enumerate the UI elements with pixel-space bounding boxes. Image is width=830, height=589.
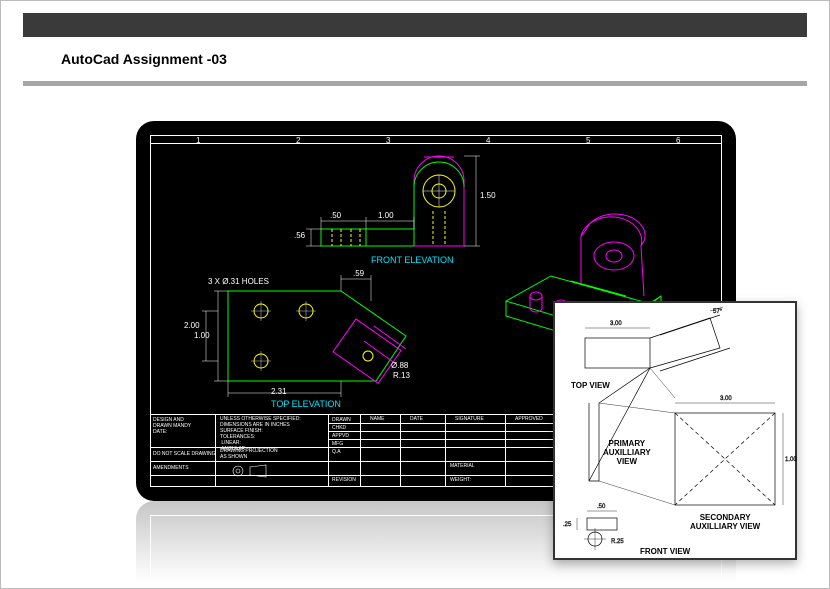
dim-fe-h: 1.50 [480,191,496,200]
title-underline [23,81,807,86]
holes-note: 3 X Ø.31 HOLES [208,277,269,286]
tb-r3: APPVD [332,433,349,439]
tb-c3c: SIGNATURE [455,416,484,422]
tb-c4a: APPROVED [515,416,543,422]
inset-secondary: SECONDARY AUXILLIARY VIEW [690,513,760,531]
inset-primary: PRIMARY AUXILLIARY VIEW [603,439,651,466]
tb-r1: DRAWN [332,417,351,423]
dim-plate-top: .59 [353,269,364,278]
dim-plate-ang2: R.13 [393,371,410,380]
svg-text:.25: .25 [563,522,572,528]
svg-text:3.00: 3.00 [610,321,622,327]
header-bar [23,13,807,37]
col-6: 6 [676,136,680,145]
cad-column-rule [150,143,722,144]
top-elevation: 3 X Ø.31 HOLES 2.00 1.00 2.31 .59 Ø.88 R… [216,281,436,401]
top-elevation-label: TOP ELEVATION [271,399,341,409]
tb-weight: WEIGHT: [450,477,471,483]
inset-front-view: FRONT VIEW [640,547,690,556]
dim-fe-w1: .50 [330,211,341,220]
col-2: 2 [296,136,300,145]
front-elevation-label: FRONT ELEVATION [371,255,454,265]
tb-c1a: DESIGN AND DRAWN MANDY DATE: [153,417,191,435]
inset-top-view: TOP VIEW [571,381,610,390]
front-elevation: .50 1.00 1.50 .56 FRONT ELEVATION [306,151,516,271]
svg-text:.50: .50 [597,504,606,510]
svg-text:R.25: R.25 [611,539,624,545]
dim-plate-ang1: Ø.88 [391,361,408,370]
document-page: AutoCad Assignment -03 1 2 3 4 5 6 [0,0,830,589]
tb-c3b: DATE [410,416,423,422]
tb-mat: MATERIAL [450,463,475,469]
dim-plate-h1: 2.00 [184,321,200,330]
tb-sc: DRAWING PROJECTION AS SHOWN [220,448,278,460]
col-3: 3 [386,136,390,145]
tb-r5: Q.A [332,449,341,455]
dim-fe-t: .56 [294,231,305,240]
svg-text:3.00: 3.00 [720,396,732,402]
tb-rev: REVISION [332,477,356,483]
svg-text:57°: 57° [713,309,723,315]
svg-text:1.00: 1.00 [785,457,797,463]
col-4: 4 [486,136,490,145]
dim-fe-w2: 1.00 [378,211,394,220]
tb-c2a: UNLESS OTHERWISE SPECIFIED: DIMENSIONS A… [220,416,301,452]
tb-c3a: NAME [370,416,384,422]
tb-noscale: DO NOT SCALE DRAWING [153,451,216,457]
dim-plate-h2: 1.00 [194,331,210,340]
col-5: 5 [586,136,590,145]
tb-r2: CHKD [332,425,346,431]
inset-drawing: 3.00 57° 1.00 3.00 [553,301,797,560]
col-1: 1 [196,136,200,145]
page-title: AutoCad Assignment -03 [61,51,227,67]
tb-amend: AMENDMENTS [153,465,189,471]
dim-plate-bot: 2.31 [271,387,287,396]
tb-r4: MFG [332,441,343,447]
